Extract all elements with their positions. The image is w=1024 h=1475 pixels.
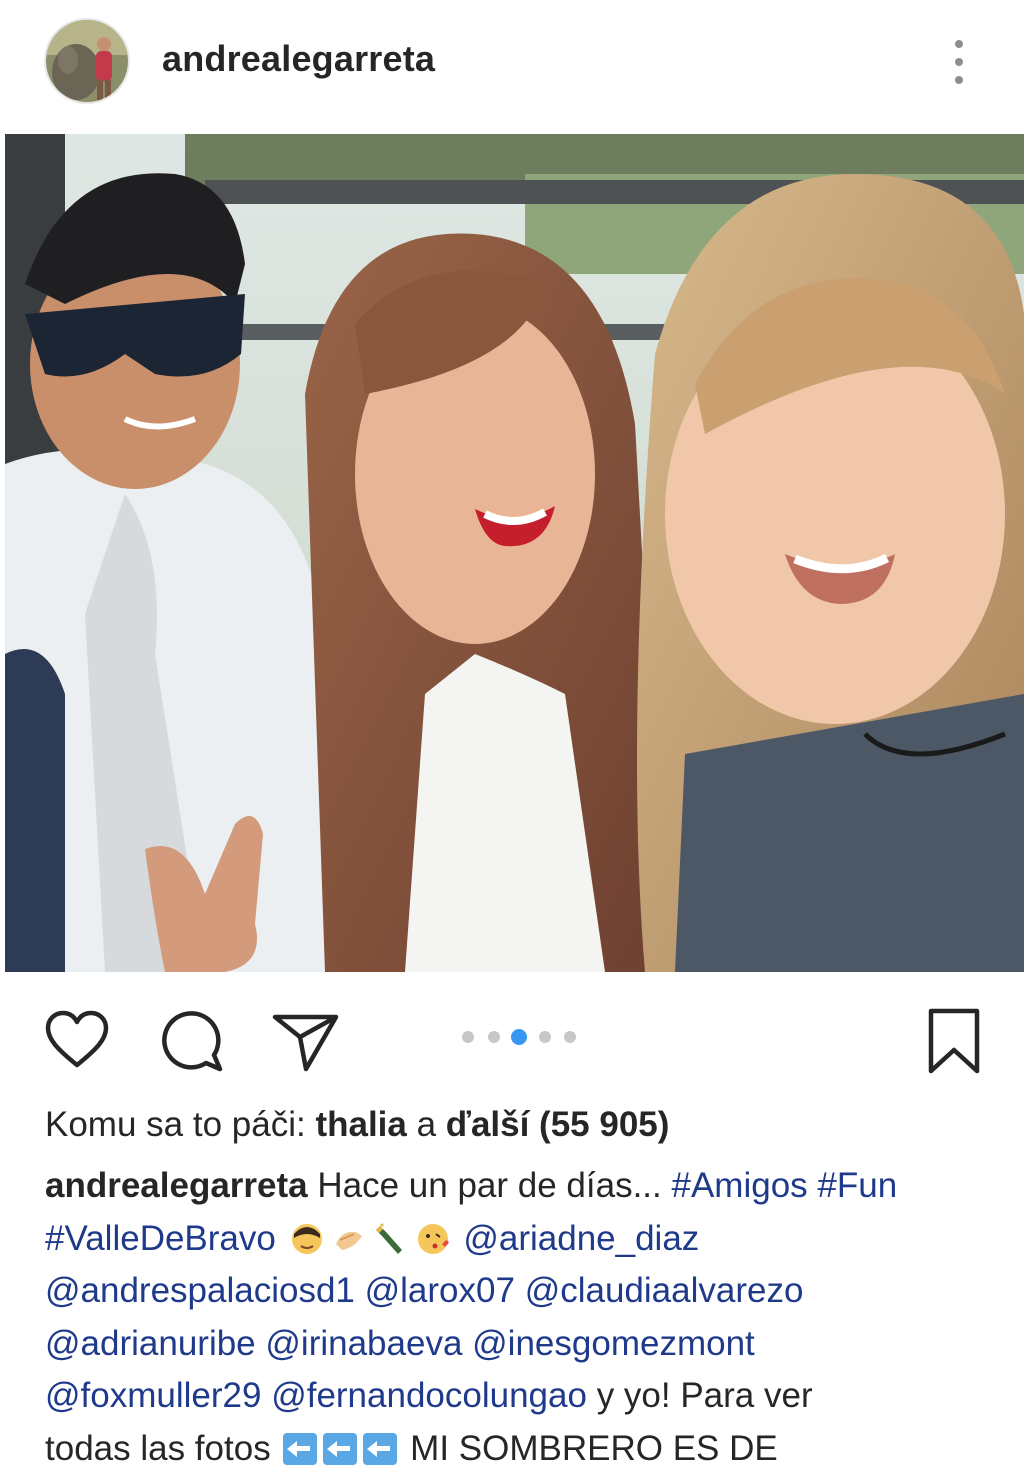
- carousel-dot-active: [511, 1029, 527, 1045]
- hashtag-link[interactable]: #ValleDeBravo: [45, 1219, 276, 1258]
- likes-prefix: Komu sa to páči:: [45, 1105, 306, 1144]
- mention-link[interactable]: @foxmuller29: [45, 1376, 261, 1415]
- carousel-dot: [462, 1031, 474, 1043]
- profile-avatar[interactable]: [44, 18, 130, 104]
- mention-link[interactable]: @larox07: [365, 1271, 515, 1310]
- caption-text: todas las fotos: [45, 1428, 271, 1468]
- left-arrow-emoji-icon: [283, 1432, 318, 1465]
- mention-link[interactable]: @irinabaeva: [265, 1324, 462, 1363]
- kissing-face-emoji-icon: [416, 1219, 450, 1254]
- caption-text: MI SOMBRERO ES DE: [410, 1428, 778, 1468]
- save-button[interactable]: [920, 1005, 990, 1075]
- carousel-indicator: [458, 1027, 588, 1047]
- mention-link[interactable]: @andrespalaciosd1: [45, 1271, 355, 1310]
- mention-link[interactable]: @ariadne_diaz: [463, 1219, 699, 1258]
- likes-first-user[interactable]: thalia: [315, 1105, 406, 1144]
- post-caption: andrealegarreta Hace un par de días... #…: [45, 1160, 995, 1475]
- post-username[interactable]: andrealegarreta: [162, 38, 435, 80]
- comment-icon: [162, 1011, 223, 1072]
- mention-link[interactable]: @fernandocolungao: [271, 1376, 587, 1415]
- heart-icon: [45, 1010, 109, 1068]
- likes-count[interactable]: ďalší (55 905): [446, 1105, 670, 1144]
- carousel-dot: [539, 1031, 551, 1043]
- bookmark-icon: [928, 1008, 980, 1074]
- hashtag-link[interactable]: #Amigos: [672, 1166, 808, 1205]
- champagne-emoji-icon: [374, 1219, 408, 1254]
- carousel-dot: [488, 1031, 500, 1043]
- hashtag-link[interactable]: #Fun: [817, 1166, 897, 1205]
- carousel-dot: [564, 1031, 576, 1043]
- caption-text: y yo! Para ver: [596, 1376, 813, 1415]
- share-icon: [272, 1014, 339, 1072]
- avatar-image: [46, 20, 128, 102]
- post-photo[interactable]: [5, 134, 1024, 972]
- post-header: andrealegarreta: [0, 0, 1024, 120]
- likes-join: a: [416, 1105, 437, 1144]
- mention-link[interactable]: @inesgomezmont: [472, 1324, 755, 1363]
- clapping-hands-emoji-icon: [332, 1219, 366, 1253]
- action-bar: [0, 995, 1024, 1085]
- person-bowing-emoji-icon: [290, 1219, 324, 1254]
- caption-text: Hace un par de días...: [317, 1166, 662, 1205]
- likes-line[interactable]: Komu sa to páči: thalia a ďalší (55 905): [45, 1105, 669, 1145]
- like-button[interactable]: [42, 1005, 112, 1075]
- share-button[interactable]: [270, 1005, 340, 1075]
- left-arrow-emoji-icon: [363, 1432, 398, 1465]
- more-options-icon[interactable]: [944, 38, 976, 86]
- comment-button[interactable]: [156, 1005, 226, 1075]
- left-arrow-emoji-icon: [323, 1432, 358, 1465]
- mention-link[interactable]: @adrianuribe: [45, 1324, 256, 1363]
- caption-username[interactable]: andrealegarreta: [45, 1166, 308, 1205]
- selfie-image: [5, 134, 1024, 972]
- mention-link[interactable]: @claudiaalvarezo: [525, 1271, 804, 1310]
